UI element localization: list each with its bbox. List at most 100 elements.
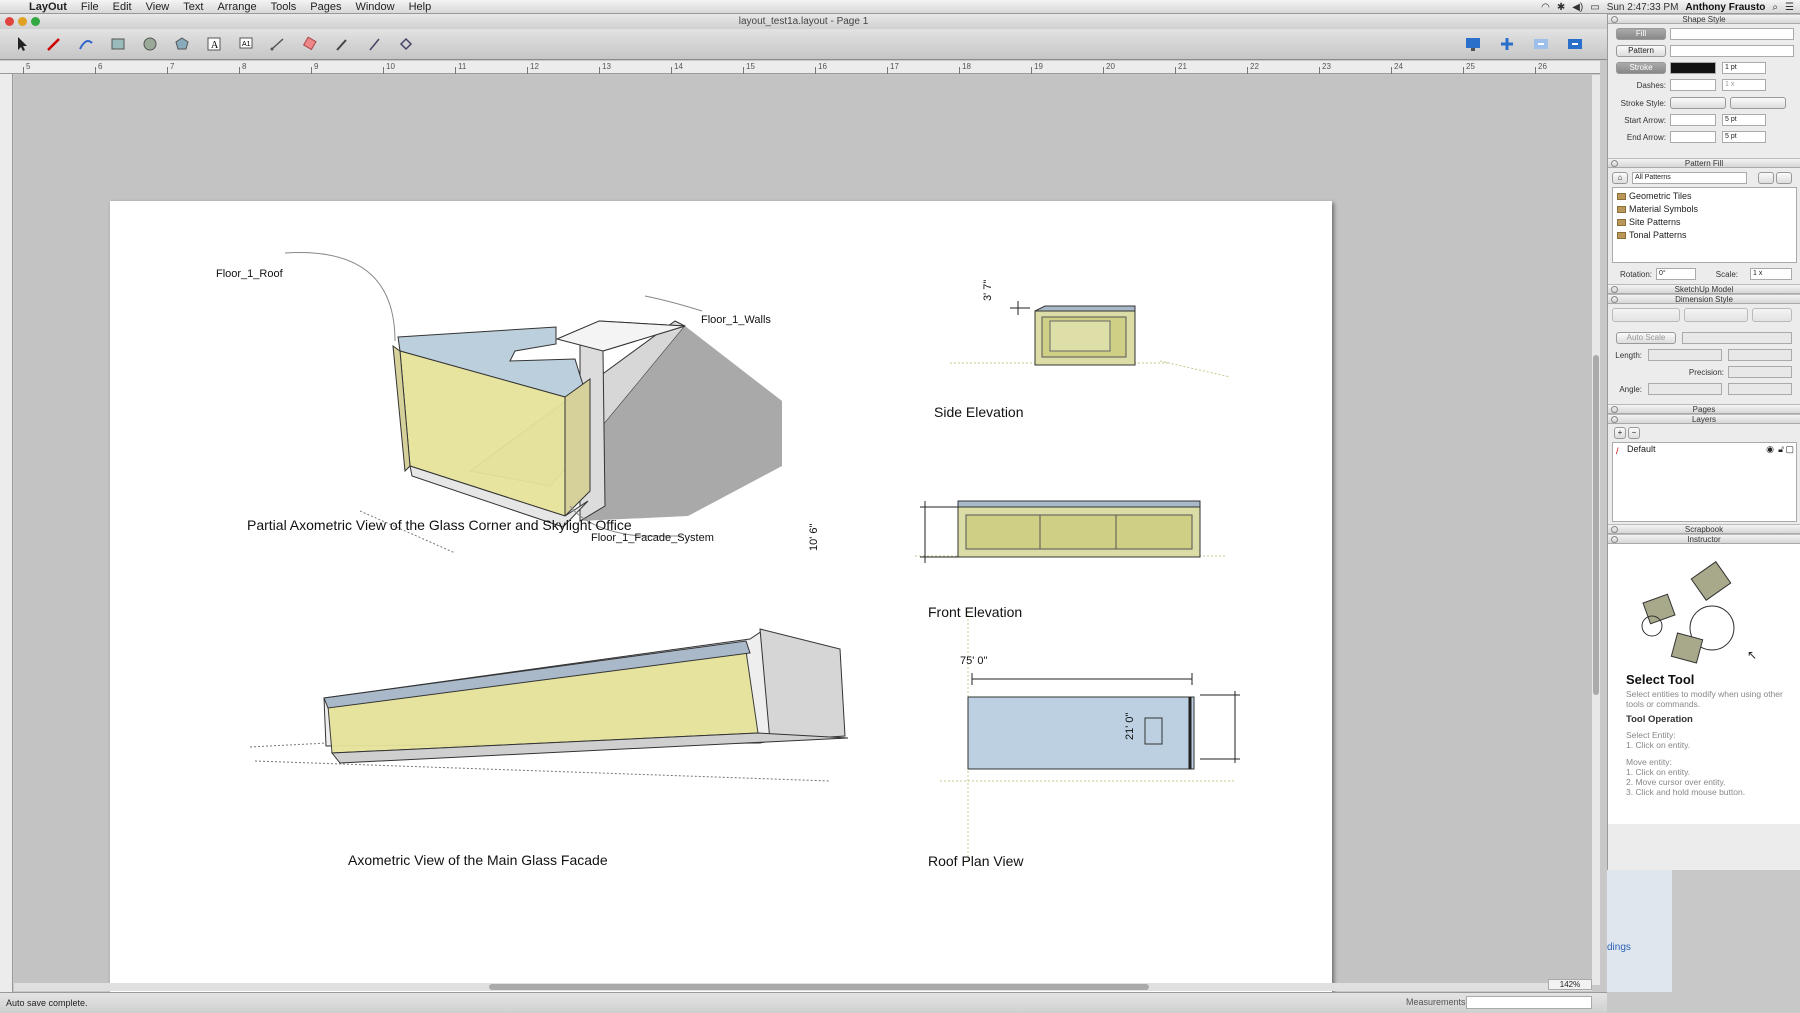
start-arrow-select[interactable] bbox=[1670, 114, 1716, 126]
lock-icon[interactable]: 🔓︎ bbox=[1778, 443, 1784, 456]
grid-view-button[interactable] bbox=[1776, 172, 1792, 184]
menu-app[interactable]: LayOut bbox=[22, 0, 74, 14]
menu-file[interactable]: File bbox=[74, 0, 106, 14]
collapse-icon[interactable] bbox=[1611, 296, 1618, 303]
pattern-item[interactable]: Site Patterns bbox=[1613, 216, 1796, 229]
home-button[interactable]: ⌂ bbox=[1612, 172, 1628, 184]
list-view-button[interactable] bbox=[1758, 172, 1774, 184]
add-page-button[interactable] bbox=[1493, 32, 1521, 56]
menu-help[interactable]: Help bbox=[402, 0, 439, 14]
pattern-button[interactable]: Pattern bbox=[1616, 45, 1666, 57]
arc-tool-button[interactable] bbox=[72, 32, 100, 56]
polygon-tool-button[interactable] bbox=[168, 32, 196, 56]
angle-unit-select[interactable] bbox=[1648, 383, 1722, 395]
select-tool-button[interactable] bbox=[8, 32, 36, 56]
precision-select[interactable] bbox=[1728, 366, 1792, 378]
label-tool-button[interactable]: A1 bbox=[232, 32, 260, 56]
label-floor-walls[interactable]: Floor_1_Walls bbox=[701, 314, 771, 326]
split-tool-button[interactable] bbox=[360, 32, 388, 56]
horizontal-scroll-thumb[interactable] bbox=[489, 984, 1149, 990]
menu-tools[interactable]: Tools bbox=[264, 0, 304, 14]
battery-icon[interactable]: ▭ bbox=[1590, 2, 1599, 13]
collapse-icon[interactable] bbox=[1611, 536, 1618, 543]
eraser-tool-button[interactable] bbox=[296, 32, 324, 56]
stroke-swatch[interactable] bbox=[1670, 62, 1716, 74]
stroke-join-buttons[interactable] bbox=[1730, 97, 1786, 109]
dash-scale-field[interactable]: 1 x bbox=[1722, 79, 1766, 91]
instructor-header[interactable]: Instructor bbox=[1608, 534, 1800, 544]
pattern-category-select[interactable]: All Patterns bbox=[1632, 172, 1747, 184]
dim-side-height[interactable]: 3' 7" bbox=[982, 280, 994, 301]
layer-row[interactable]: / Default ◉ 🔓︎ ▢ bbox=[1613, 443, 1796, 456]
line-tool-button[interactable] bbox=[40, 32, 68, 56]
style-tool-button[interactable] bbox=[328, 32, 356, 56]
collapse-icon[interactable] bbox=[1611, 286, 1618, 293]
close-window-button[interactable] bbox=[5, 17, 14, 26]
spotlight-icon[interactable]: ⌕ bbox=[1772, 2, 1778, 13]
minimize-window-button[interactable] bbox=[18, 17, 27, 26]
scale-select[interactable] bbox=[1682, 332, 1792, 344]
layers-list[interactable]: / Default ◉ 🔓︎ ▢ bbox=[1612, 442, 1797, 522]
volume-icon[interactable]: ◀) bbox=[1572, 2, 1583, 13]
menu-arrange[interactable]: Arrange bbox=[210, 0, 263, 14]
vertical-scroll-thumb[interactable] bbox=[1593, 355, 1599, 695]
menu-window[interactable]: Window bbox=[348, 0, 401, 14]
layers-header[interactable]: Layers bbox=[1608, 414, 1800, 424]
end-arrow-size[interactable]: 5 pt bbox=[1722, 131, 1766, 143]
remove-layer-button[interactable]: − bbox=[1628, 427, 1640, 439]
stroke-cap-buttons[interactable] bbox=[1670, 97, 1726, 109]
pattern-swatch[interactable] bbox=[1670, 45, 1794, 57]
menu-edit[interactable]: Edit bbox=[106, 0, 139, 14]
dim-roof-width[interactable]: 75' 0" bbox=[960, 655, 987, 667]
collapse-icon[interactable] bbox=[1611, 16, 1618, 23]
visibility-eye-icon[interactable]: ◉ bbox=[1766, 443, 1774, 456]
roof-plan-drawing[interactable] bbox=[940, 611, 1240, 861]
shared-layer-icon[interactable]: ▢ bbox=[1785, 443, 1794, 456]
dimension-position-buttons[interactable] bbox=[1612, 308, 1680, 322]
pattern-item[interactable]: Geometric Tiles bbox=[1613, 190, 1796, 203]
vertical-scrollbar[interactable] bbox=[1592, 75, 1600, 985]
collapse-icon[interactable] bbox=[1611, 160, 1618, 167]
collapse-icon[interactable] bbox=[1611, 416, 1618, 423]
pattern-fill-header[interactable]: Pattern Fill bbox=[1608, 158, 1800, 168]
dimension-extension-buttons[interactable] bbox=[1752, 308, 1792, 322]
sketchup-model-header[interactable]: SketchUp Model bbox=[1608, 284, 1800, 294]
pattern-item[interactable]: Tonal Patterns bbox=[1613, 229, 1796, 242]
dim-roof-height[interactable]: 21' 0" bbox=[1124, 713, 1136, 740]
side-elevation-drawing[interactable] bbox=[950, 301, 1231, 378]
dimension-orientation-buttons[interactable] bbox=[1684, 308, 1748, 322]
collapse-icon[interactable] bbox=[1611, 406, 1618, 413]
add-layer-button[interactable]: + bbox=[1614, 427, 1626, 439]
circle-tool-button[interactable] bbox=[136, 32, 164, 56]
fill-button[interactable]: Fill bbox=[1616, 28, 1666, 40]
pattern-item[interactable]: Material Symbols bbox=[1613, 203, 1796, 216]
length-unit-select[interactable] bbox=[1648, 349, 1722, 361]
menu-user[interactable]: Anthony Frausto bbox=[1685, 2, 1765, 13]
start-arrow-size[interactable]: 5 pt bbox=[1722, 114, 1766, 126]
zoom-window-button[interactable] bbox=[31, 17, 40, 26]
previous-page-button[interactable] bbox=[1527, 32, 1555, 56]
rotation-field[interactable]: 0° bbox=[1656, 268, 1696, 280]
end-arrow-select[interactable] bbox=[1670, 131, 1716, 143]
main-axo-model[interactable] bbox=[249, 628, 849, 782]
measurements-field[interactable] bbox=[1466, 996, 1592, 1009]
label-floor-roof[interactable]: Floor_1_Roof bbox=[216, 268, 283, 280]
horizontal-scrollbar[interactable] bbox=[14, 983, 1592, 991]
list-icon[interactable]: ☰ bbox=[1785, 2, 1794, 13]
angle-precision-select[interactable] bbox=[1728, 383, 1792, 395]
text-tool-button[interactable]: A bbox=[200, 32, 228, 56]
zoom-select[interactable]: 142% bbox=[1548, 979, 1592, 990]
dimension-tool-button[interactable] bbox=[264, 32, 292, 56]
stroke-button[interactable]: Stroke bbox=[1616, 62, 1666, 74]
stroke-width-field[interactable]: 1 pt bbox=[1722, 62, 1766, 74]
background-window[interactable]: dings bbox=[1607, 870, 1672, 992]
front-elevation-drawing[interactable] bbox=[915, 500, 1225, 563]
join-tool-button[interactable] bbox=[392, 32, 420, 56]
wifi-icon[interactable]: ◠ bbox=[1541, 2, 1550, 13]
scrapbook-header[interactable]: Scrapbook bbox=[1608, 524, 1800, 534]
menu-clock[interactable]: Sun 2:47:33 PM bbox=[1607, 2, 1679, 13]
pages-header[interactable]: Pages bbox=[1608, 404, 1800, 414]
menu-view[interactable]: View bbox=[139, 0, 177, 14]
collapse-icon[interactable] bbox=[1611, 526, 1618, 533]
label-floor-facade[interactable]: Floor_1_Facade_System bbox=[591, 532, 714, 544]
